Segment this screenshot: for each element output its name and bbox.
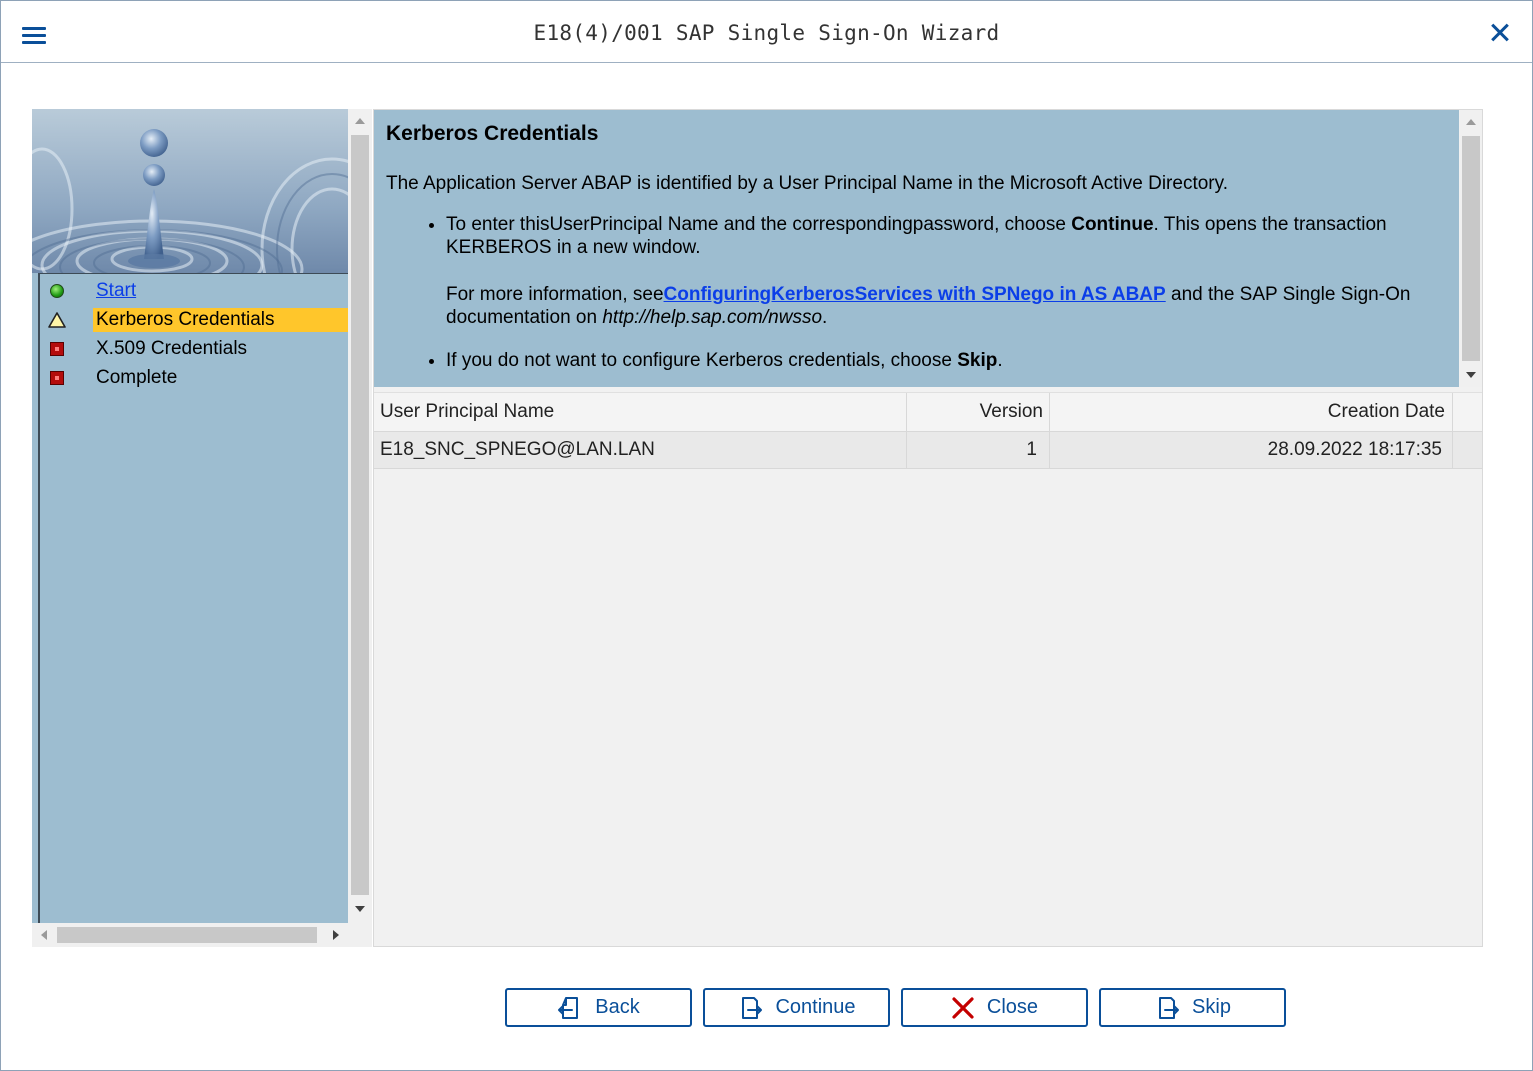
wizard-content-pane: Kerberos Credentials The Application Ser… — [373, 109, 1483, 947]
step-info-panel: Kerberos Credentials The Application Ser… — [374, 110, 1459, 387]
step-instructions-list: To enter thisUserPrincipal Name and the … — [446, 213, 1447, 372]
close-button[interactable]: Close — [901, 988, 1088, 1027]
scroll-up-arrow-icon[interactable] — [355, 118, 365, 124]
kerberos-spnego-doc-link[interactable]: ConfiguringKerberosServices with SPNego … — [664, 284, 1166, 305]
instruction-text: . — [997, 350, 1003, 371]
nav-step-label[interactable]: Start — [93, 279, 139, 303]
cell-user-principal-name[interactable]: E18_SNC_SPNEGO@LAN.LAN — [374, 432, 907, 468]
nav-step-label: Complete — [96, 367, 178, 388]
scrollbar-thumb[interactable] — [1462, 136, 1480, 361]
column-header-creation-date[interactable]: Creation Date — [1050, 393, 1453, 431]
scrollbar-thumb[interactable] — [351, 135, 369, 895]
column-header-version[interactable]: Version — [907, 393, 1050, 431]
nav-step-label: Kerberos Credentials — [93, 308, 348, 332]
cell-version[interactable]: 1 — [907, 432, 1050, 468]
green-circle-icon — [48, 282, 66, 300]
back-icon — [558, 996, 579, 1019]
step-intro-text: The Application Server ABAP is identifie… — [386, 173, 1228, 194]
doc-url-text: http://help.sap.com/nwsso — [602, 307, 823, 328]
water-drop-banner-image — [32, 109, 348, 273]
wizard-navigation-pane: Start Kerberos Credentials X.509 Credent… — [32, 109, 348, 947]
more-info-text: For more information, see — [446, 284, 664, 305]
table-row[interactable]: E18_SNC_SPNEGO@LAN.LAN 1 28.09.2022 18:1… — [374, 432, 1482, 469]
instruction-skip: If you do not want to configure Kerberos… — [446, 349, 1447, 372]
nav-horizontal-scrollbar[interactable] — [32, 923, 348, 947]
wizard-steps-tree: Start Kerberos Credentials X.509 Credent… — [38, 273, 348, 923]
nav-step-complete[interactable]: Complete — [46, 365, 348, 391]
nav-step-kerberos-credentials[interactable]: Kerberos Credentials — [46, 307, 348, 333]
instruction-text: To enter thisUserPrincipal Name and the … — [446, 214, 1072, 235]
nav-step-x509-credentials[interactable]: X.509 Credentials — [46, 336, 348, 362]
nav-step-label: X.509 Credentials — [96, 338, 248, 359]
skip-button-label: Skip — [1192, 996, 1231, 1018]
more-info-text: . — [822, 307, 828, 328]
close-button-label: Close — [986, 996, 1039, 1018]
red-square-icon — [48, 369, 66, 387]
cell-creation-date[interactable]: 28.09.2022 18:17:35 — [1050, 432, 1453, 468]
back-button[interactable]: Back — [505, 988, 692, 1027]
window-title: E18(4)/001 SAP Single Sign-On Wizard — [533, 21, 1000, 45]
instruction-bold: Skip — [957, 350, 998, 371]
column-header-user-principal-name[interactable]: User Principal Name — [374, 393, 907, 431]
continue-icon — [742, 996, 763, 1019]
table-header-row: User Principal Name Version Creation Dat… — [374, 392, 1482, 432]
step-heading: Kerberos Credentials — [386, 122, 599, 145]
continue-button[interactable]: Continue — [703, 988, 890, 1027]
scroll-down-arrow-icon[interactable] — [355, 906, 365, 912]
wizard-window: E18(4)/001 SAP Single Sign-On Wizard Sta… — [0, 0, 1533, 1071]
scroll-right-arrow-icon[interactable] — [333, 930, 339, 940]
more-info-paragraph: For more information, seeConfiguringKerb… — [446, 283, 1447, 329]
close-icon — [952, 996, 974, 1019]
close-window-icon[interactable] — [1486, 19, 1514, 47]
scrollbar-thumb[interactable] — [57, 927, 317, 943]
scroll-down-arrow-icon[interactable] — [1466, 372, 1476, 378]
scroll-up-arrow-icon[interactable] — [1466, 119, 1476, 125]
nav-step-start[interactable]: Start — [46, 278, 348, 304]
nav-vertical-scrollbar[interactable] — [348, 109, 372, 947]
title-bar: E18(4)/001 SAP Single Sign-On Wizard — [1, 1, 1532, 63]
instruction-bold: Continue — [1071, 214, 1154, 235]
skip-icon — [1159, 996, 1180, 1019]
warning-triangle-icon — [48, 311, 66, 329]
instruction-text: If you do not want to configure Kerberos… — [446, 350, 958, 371]
continue-button-label: Continue — [775, 996, 856, 1018]
skip-button[interactable]: Skip — [1099, 988, 1286, 1027]
back-button-label: Back — [595, 996, 640, 1018]
info-vertical-scrollbar[interactable] — [1460, 110, 1482, 387]
red-square-icon — [48, 340, 66, 358]
instruction-continue: To enter thisUserPrincipal Name and the … — [446, 213, 1447, 329]
scroll-left-arrow-icon[interactable] — [41, 930, 47, 940]
